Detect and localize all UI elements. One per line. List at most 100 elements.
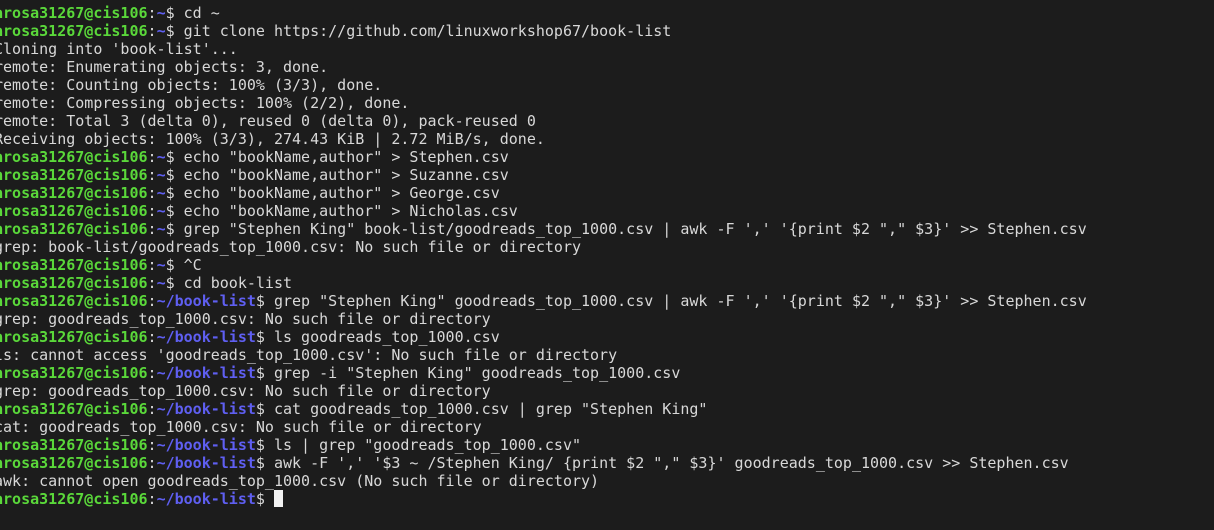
prompt-user-host: arosa31267@cis106 bbox=[0, 22, 148, 40]
output-text: grep: goodreads_top_1000.csv: No such fi… bbox=[0, 310, 491, 328]
prompt-colon: : bbox=[147, 274, 157, 292]
output-line: Receiving objects: 100% (3/3), 274.43 Ki… bbox=[0, 130, 1087, 148]
prompt-path: ~ bbox=[156, 166, 166, 184]
command-text: grep -i "Stephen King" goodreads_top_100… bbox=[273, 364, 681, 382]
output-text: Cloning into 'book-list'... bbox=[0, 40, 238, 58]
output-line: grep: goodreads_top_1000.csv: No such fi… bbox=[0, 310, 1087, 328]
prompt-colon: : bbox=[147, 292, 157, 310]
command-text: cd ~ bbox=[183, 4, 220, 22]
prompt-dollar: $ bbox=[165, 184, 184, 202]
prompt-colon: : bbox=[147, 436, 157, 454]
prompt-colon: : bbox=[147, 220, 157, 238]
output-text: grep: goodreads_top_1000.csv: No such fi… bbox=[0, 382, 491, 400]
output-text: remote: Compressing objects: 100% (2/2),… bbox=[0, 94, 410, 112]
output-text: cat: goodreads_top_1000.csv: No such fil… bbox=[0, 418, 482, 436]
command-text: ls goodreads_top_1000.csv bbox=[273, 328, 500, 346]
prompt-dollar: $ bbox=[165, 256, 184, 274]
output-text: ls: cannot access 'goodreads_top_1000.cs… bbox=[0, 346, 618, 364]
prompt-colon: : bbox=[147, 4, 157, 22]
command-text: cat goodreads_top_1000.csv | grep "Steph… bbox=[273, 400, 708, 418]
command-text: cd book-list bbox=[183, 274, 293, 292]
output-line: Cloning into 'book-list'... bbox=[0, 40, 1087, 58]
prompt-colon: : bbox=[147, 454, 157, 472]
output-line: remote: Enumerating objects: 3, done. bbox=[0, 58, 1087, 76]
command-text: echo "bookName,author" > George.csv bbox=[183, 184, 500, 202]
prompt-path: ~ bbox=[156, 220, 166, 238]
prompt-user-host: arosa31267@cis106 bbox=[0, 220, 148, 238]
prompt-path: ~ bbox=[156, 256, 166, 274]
prompt-line: arosa31267@cis106:~$ echo "bookName,auth… bbox=[0, 148, 1087, 166]
prompt-dollar: $ bbox=[165, 148, 184, 166]
prompt-user-host: arosa31267@cis106 bbox=[0, 148, 148, 166]
prompt-dollar: $ bbox=[255, 454, 274, 472]
prompt-user-host: arosa31267@cis106 bbox=[0, 256, 148, 274]
prompt-path: ~/book-list bbox=[156, 490, 256, 508]
output-text: remote: Counting objects: 100% (3/3), do… bbox=[0, 76, 383, 94]
output-line: awk: cannot open goodreads_top_1000.csv … bbox=[0, 472, 1087, 490]
prompt-path: ~ bbox=[156, 202, 166, 220]
output-line: grep: book-list/goodreads_top_1000.csv: … bbox=[0, 238, 1087, 256]
prompt-line: arosa31267@cis106:~/book-list$ bbox=[0, 490, 1087, 508]
prompt-dollar: $ bbox=[165, 166, 184, 184]
prompt-dollar: $ bbox=[255, 436, 274, 454]
output-line: remote: Counting objects: 100% (3/3), do… bbox=[0, 76, 1087, 94]
prompt-path: ~ bbox=[156, 184, 166, 202]
prompt-colon: : bbox=[147, 364, 157, 382]
prompt-user-host: arosa31267@cis106 bbox=[0, 490, 148, 508]
prompt-path: ~/book-list bbox=[156, 400, 256, 418]
prompt-line: arosa31267@cis106:~$ echo "bookName,auth… bbox=[0, 184, 1087, 202]
prompt-user-host: arosa31267@cis106 bbox=[0, 4, 148, 22]
command-text: grep "Stephen King" book-list/goodreads_… bbox=[183, 220, 1087, 238]
command-text: echo "bookName,author" > Suzanne.csv bbox=[183, 166, 509, 184]
output-line: grep: goodreads_top_1000.csv: No such fi… bbox=[0, 382, 1087, 400]
output-text: awk: cannot open goodreads_top_1000.csv … bbox=[0, 472, 600, 490]
prompt-path: ~/book-list bbox=[156, 454, 256, 472]
prompt-path: ~ bbox=[156, 274, 166, 292]
prompt-colon: : bbox=[147, 400, 157, 418]
prompt-colon: : bbox=[147, 148, 157, 166]
prompt-path: ~ bbox=[156, 22, 166, 40]
prompt-user-host: arosa31267@cis106 bbox=[0, 454, 148, 472]
prompt-line: arosa31267@cis106:~$ echo "bookName,auth… bbox=[0, 166, 1087, 184]
command-text: echo "bookName,author" > Nicholas.csv bbox=[183, 202, 518, 220]
prompt-colon: : bbox=[147, 256, 157, 274]
prompt-colon: : bbox=[147, 202, 157, 220]
prompt-colon: : bbox=[147, 328, 157, 346]
prompt-line: arosa31267@cis106:~/book-list$ grep -i "… bbox=[0, 364, 1087, 382]
prompt-user-host: arosa31267@cis106 bbox=[0, 184, 148, 202]
command-text: ^C bbox=[183, 256, 202, 274]
prompt-line: arosa31267@cis106:~$ ^C bbox=[0, 256, 1087, 274]
command-text: grep "Stephen King" goodreads_top_1000.c… bbox=[273, 292, 1087, 310]
prompt-line: arosa31267@cis106:~$ cd book-list bbox=[0, 274, 1087, 292]
output-line: remote: Total 3 (delta 0), reused 0 (del… bbox=[0, 112, 1087, 130]
terminal-output[interactable]: arosa31267@cis106:~$ cd ~ arosa31267@cis1… bbox=[0, 4, 1087, 508]
prompt-colon: : bbox=[147, 184, 157, 202]
prompt-user-host: arosa31267@cis106 bbox=[0, 274, 148, 292]
output-text: grep: book-list/goodreads_top_1000.csv: … bbox=[0, 238, 581, 256]
prompt-line: arosa31267@cis106:~$ cd ~ bbox=[0, 4, 1087, 22]
terminal-cursor bbox=[273, 490, 283, 507]
output-text: remote: Enumerating objects: 3, done. bbox=[0, 58, 329, 76]
prompt-dollar: $ bbox=[165, 22, 184, 40]
prompt-dollar: $ bbox=[165, 4, 184, 22]
output-text: remote: Total 3 (delta 0), reused 0 (del… bbox=[0, 112, 536, 130]
prompt-line: arosa31267@cis106:~$ git clone https://g… bbox=[0, 22, 1087, 40]
prompt-path: ~/book-list bbox=[156, 292, 256, 310]
prompt-line: arosa31267@cis106:~/book-list$ cat goodr… bbox=[0, 400, 1087, 418]
prompt-dollar: $ bbox=[255, 400, 274, 418]
prompt-user-host: arosa31267@cis106 bbox=[0, 328, 148, 346]
output-line: remote: Compressing objects: 100% (2/2),… bbox=[0, 94, 1087, 112]
prompt-dollar: $ bbox=[255, 364, 274, 382]
prompt-line: arosa31267@cis106:~/book-list$ ls | grep… bbox=[0, 436, 1087, 454]
output-line: cat: goodreads_top_1000.csv: No such fil… bbox=[0, 418, 1087, 436]
prompt-line: arosa31267@cis106:~/book-list$ grep "Ste… bbox=[0, 292, 1087, 310]
prompt-line: arosa31267@cis106:~/book-list$ awk -F ',… bbox=[0, 454, 1087, 472]
prompt-line: arosa31267@cis106:~$ echo "bookName,auth… bbox=[0, 202, 1087, 220]
prompt-dollar: $ bbox=[255, 490, 274, 508]
prompt-path: ~/book-list bbox=[156, 364, 256, 382]
prompt-user-host: arosa31267@cis106 bbox=[0, 202, 148, 220]
prompt-dollar: $ bbox=[255, 292, 274, 310]
prompt-path: ~/book-list bbox=[156, 328, 256, 346]
prompt-line: arosa31267@cis106:~/book-list$ ls goodre… bbox=[0, 328, 1087, 346]
prompt-colon: : bbox=[147, 490, 157, 508]
